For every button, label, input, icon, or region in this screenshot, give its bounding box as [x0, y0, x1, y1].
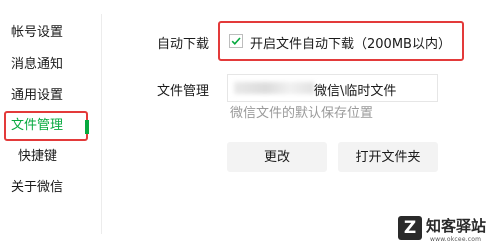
sidebar-item-account[interactable]: 帐号设置	[11, 22, 63, 44]
change-button[interactable]: 更改	[227, 142, 327, 172]
open-folder-button[interactable]: 打开文件夹	[338, 142, 438, 172]
active-indicator	[85, 120, 89, 134]
file-path-field[interactable]: 微信\临时文件	[227, 74, 438, 102]
watermark-z-icon: Z	[398, 216, 422, 240]
sidebar-item-about[interactable]: 关于微信	[11, 177, 63, 199]
file-path-hint: 微信文件的默认保存位置	[230, 106, 374, 121]
watermark-url: www.okcee.com	[430, 236, 482, 243]
sidebar-item-file-management[interactable]: 文件管理	[11, 115, 63, 137]
watermark-logo: Z 知客驿站 www.okcee.com	[398, 214, 500, 244]
file-management-label: 文件管理	[157, 84, 210, 99]
auto-download-checkbox-label[interactable]: 开启文件自动下载（200MB以内）	[250, 33, 451, 52]
watermark-name: 知客驿站	[426, 217, 487, 235]
sidebar-item-general[interactable]: 通用设置	[11, 85, 63, 107]
sidebar-item-notifications[interactable]: 消息通知	[11, 54, 63, 76]
settings-sidebar: 帐号设置 消息通知 通用设置 文件管理 快捷键 关于微信	[0, 0, 90, 245]
sidebar-divider	[101, 14, 102, 234]
sidebar-item-shortcuts[interactable]: 快捷键	[18, 146, 57, 168]
auto-download-checkbox[interactable]	[229, 34, 243, 48]
file-path-value: 微信\临时文件	[314, 84, 397, 99]
auto-download-label: 自动下载	[157, 37, 210, 52]
blurred-path-prefix	[234, 82, 314, 94]
check-icon	[231, 37, 241, 45]
